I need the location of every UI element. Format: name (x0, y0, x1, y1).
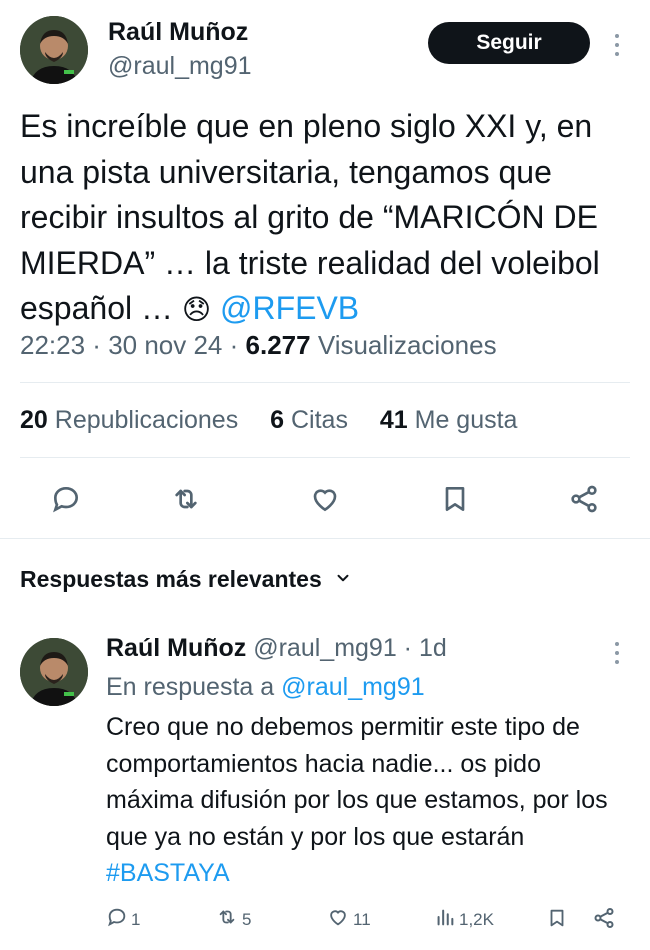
hashtag-link[interactable]: #BASTAYA (106, 859, 230, 887)
like-icon[interactable] (305, 479, 345, 519)
author-name[interactable]: Raúl Muñoz (108, 18, 248, 47)
more-icon[interactable] (612, 642, 622, 664)
tweet-meta: 22:23 · 30 nov 24 · 6.277 Visualizacione… (20, 330, 497, 360)
views-label: Visualizaciones (317, 330, 497, 360)
reply-time[interactable]: 1d (419, 634, 447, 662)
quotes-stat[interactable]: 6 Citas (270, 406, 348, 434)
more-icon[interactable] (612, 34, 622, 56)
views-icon (434, 906, 456, 933)
reply-views-button[interactable]: 1,2K (434, 906, 494, 933)
follow-button[interactable]: Seguir (428, 22, 590, 64)
divider (20, 457, 630, 458)
bookmark-icon[interactable] (546, 906, 568, 930)
retweets-stat[interactable]: 20 Republicaciones (20, 406, 238, 434)
tweet-time[interactable]: 22:23 (20, 330, 85, 360)
bookmark-icon[interactable] (435, 479, 475, 519)
reply-views-count: 1,2K (459, 909, 494, 929)
reply-like-count: 11 (353, 909, 371, 929)
mention-link[interactable]: @RFEVB (220, 290, 359, 326)
likes-label: Me gusta (414, 406, 518, 434)
reply-header: Raúl Muñoz @raul_mg91 · 1d (106, 634, 447, 662)
quotes-label: Citas (290, 406, 348, 434)
retweets-count: 20 (20, 406, 48, 434)
share-icon[interactable] (564, 479, 604, 519)
reply-reply-count: 1 (131, 909, 141, 929)
author-avatar[interactable] (20, 16, 88, 84)
divider (20, 382, 630, 383)
like-icon (326, 906, 350, 933)
reply-reply-button[interactable]: 1 (106, 906, 140, 933)
tweet-text: Es increíble que en pleno siglo XXI y, e… (20, 104, 635, 333)
reply-icon (106, 906, 128, 933)
reply-text-body: Creo que no debemos permitir este tipo d… (106, 713, 608, 851)
reply-author-handle[interactable]: @raul_mg91 (253, 634, 397, 662)
in-reply-to-link[interactable]: @raul_mg91 (281, 673, 425, 701)
in-reply-to-label: En respuesta a (106, 673, 275, 701)
share-icon[interactable] (592, 906, 616, 930)
retweet-icon (215, 906, 239, 933)
reply-like-button[interactable]: 11 (326, 906, 371, 933)
in-reply-to: En respuesta a @raul_mg91 (106, 673, 425, 702)
reply-icon[interactable] (46, 479, 86, 519)
engagement-stats: 20 Republicaciones 6 Citas 41 Me gusta (20, 406, 517, 435)
reply-author-avatar[interactable] (20, 638, 88, 706)
chevron-down-icon (334, 566, 352, 593)
author-handle[interactable]: @raul_mg91 (108, 52, 252, 81)
section-divider (0, 538, 650, 539)
reply-retweet-count: 5 (242, 909, 252, 929)
quotes-count: 6 (270, 406, 285, 434)
sad-face-emoji: 😞 (181, 293, 212, 326)
reply-author-name[interactable]: Raúl Muñoz (106, 634, 246, 662)
reply-text: Creo que no debemos permitir este tipo d… (106, 709, 626, 892)
replies-sort-toggle[interactable]: Respuestas más relevantes (20, 566, 352, 593)
likes-stat[interactable]: 41 Me gusta (380, 406, 518, 434)
retweet-icon[interactable] (166, 479, 206, 519)
tweet-date[interactable]: 30 nov 24 (108, 330, 222, 360)
reply-retweet-button[interactable]: 5 (215, 906, 251, 933)
likes-count: 41 (379, 406, 408, 434)
retweets-label: Republicaciones (54, 406, 239, 434)
views-count: 6.277 (245, 330, 311, 360)
replies-sort-label: Respuestas más relevantes (20, 566, 322, 592)
